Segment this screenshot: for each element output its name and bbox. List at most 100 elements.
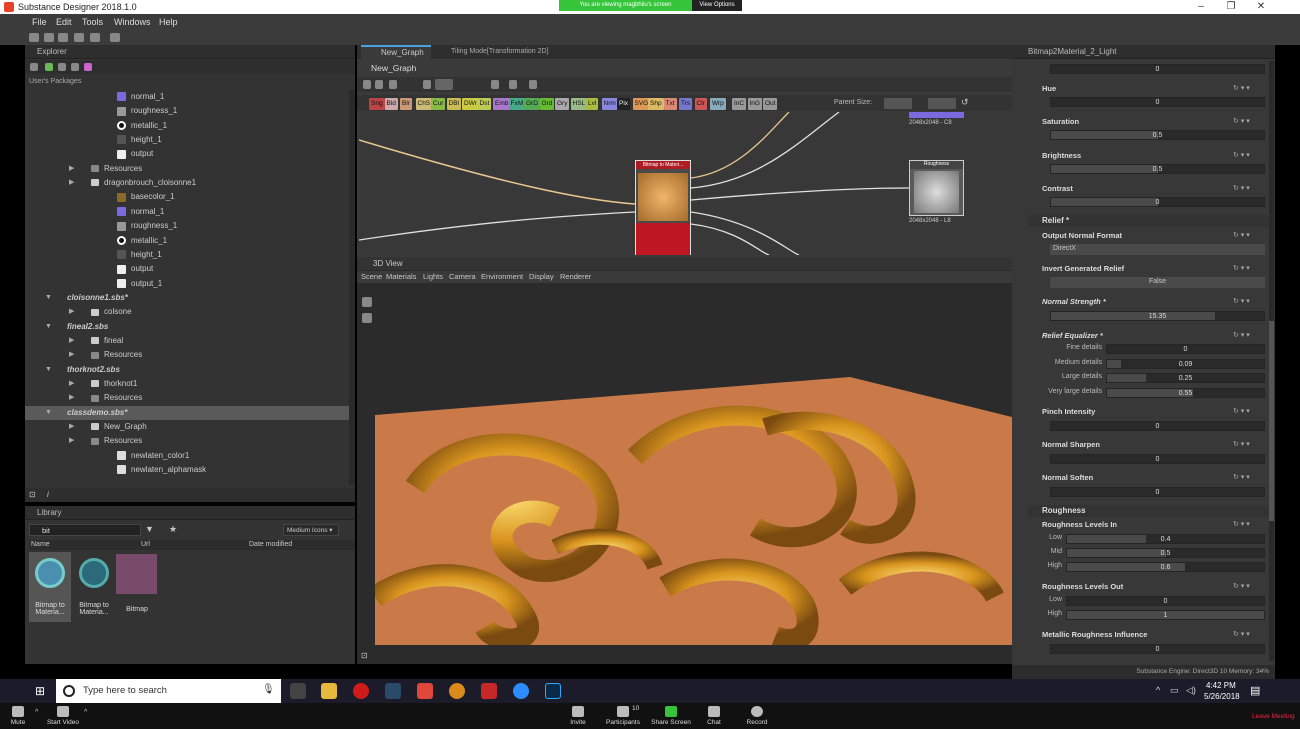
tree-item[interactable]: height_1: [25, 248, 349, 262]
pinch-intensity-slider[interactable]: 0: [1050, 421, 1265, 431]
search-icon[interactable]: [423, 80, 431, 89]
snapshot-icon[interactable]: [389, 80, 397, 89]
expand-arrow-icon[interactable]: ▶: [69, 176, 74, 190]
grid-icon[interactable]: [529, 80, 537, 89]
output-normal-format-select[interactable]: DirectX: [1050, 244, 1265, 255]
chat-button[interactable]: Chat: [703, 706, 725, 726]
graph-canvas[interactable]: 2048x2048 - C8 Bitmap to Materi... Rough…: [359, 112, 1011, 255]
invite-button[interactable]: Invite: [566, 706, 590, 726]
redo-icon[interactable]: [110, 33, 120, 42]
tree-item[interactable]: ▶ dragonbrouch_cloisonne1: [25, 176, 349, 190]
property-options-icon[interactable]: ↻ ▾ ▾: [1233, 331, 1250, 339]
info-icon[interactable]: i: [47, 490, 49, 499]
property-options-icon[interactable]: ↻ ▾ ▾: [1233, 117, 1250, 125]
mute-options-icon[interactable]: ^: [35, 709, 38, 716]
refresh-icon[interactable]: [58, 63, 66, 71]
paint-icon[interactable]: [84, 63, 92, 71]
property-options-icon[interactable]: ↻ ▾ ▾: [1233, 264, 1250, 272]
network-icon[interactable]: ▭: [1170, 685, 1179, 696]
notifications-icon[interactable]: ▤: [1250, 684, 1260, 697]
video-options-icon[interactable]: ^: [84, 709, 87, 716]
menu-renderer[interactable]: Renderer: [560, 272, 591, 281]
node-filter-chip[interactable]: Out: [763, 98, 778, 110]
property-options-icon[interactable]: ↻ ▾ ▾: [1233, 407, 1250, 415]
new-package-icon[interactable]: [29, 33, 39, 42]
tree-item[interactable]: ▶ Resources: [25, 162, 349, 176]
settings-icon[interactable]: [509, 80, 517, 89]
parent-size-field[interactable]: [884, 98, 912, 109]
node-filter-chip[interactable]: DWr: [462, 98, 479, 110]
node-filter-chip[interactable]: Wrp: [710, 98, 726, 110]
parent-size-field-2[interactable]: [928, 98, 956, 109]
tree-item[interactable]: output: [25, 262, 349, 276]
property-options-icon[interactable]: ↻ ▾ ▾: [1233, 184, 1250, 192]
record-button[interactable]: Record: [744, 706, 770, 726]
invert-relief-toggle[interactable]: False: [1050, 277, 1265, 288]
menu-edit[interactable]: Edit: [56, 17, 72, 27]
property-options-icon[interactable]: ↻ ▾ ▾: [1233, 297, 1250, 305]
3d-viewport[interactable]: [375, 287, 1012, 645]
mute-button[interactable]: Mute: [8, 706, 28, 726]
menu-environment[interactable]: Environment: [481, 272, 523, 281]
tree-item[interactable]: normal_1: [25, 205, 349, 219]
library-search[interactable]: bit: [29, 524, 141, 536]
share-screen-button[interactable]: Share Screen: [651, 706, 691, 726]
roughness-out-slider[interactable]: 1: [1066, 610, 1265, 620]
link-icon[interactable]: [71, 63, 79, 71]
column-name[interactable]: Name: [31, 541, 50, 548]
node-filter-chip[interactable]: Clr: [694, 98, 707, 110]
tree-item[interactable]: newlaten_color1: [25, 449, 349, 463]
roughness-section-header[interactable]: Roughness: [1028, 505, 1270, 517]
expand-arrow-icon[interactable]: ▶: [69, 305, 74, 319]
node-filter-chip[interactable]: Grd: [539, 98, 555, 110]
tree-item[interactable]: output_1: [25, 277, 349, 291]
relief-equalizer-slider[interactable]: 0.25: [1106, 373, 1265, 383]
node-filter-chip[interactable]: Bld: [384, 98, 398, 110]
library-item[interactable]: Bitmap: [116, 552, 158, 622]
tree-item[interactable]: ▶ thorknot1: [25, 377, 349, 391]
node-filter-chip[interactable]: Cur: [431, 98, 446, 110]
menu-camera[interactable]: Camera: [449, 272, 476, 281]
leave-meeting-button[interactable]: Leave Meeting: [1252, 713, 1295, 720]
taskbar-search[interactable]: Type here to search 🎙: [56, 679, 281, 703]
package-row[interactable]: ▼ fineal2.sbs: [25, 320, 349, 334]
volume-icon[interactable]: ◁): [1186, 685, 1196, 696]
node-filter-chip[interactable]: Txt: [663, 98, 677, 110]
menu-display[interactable]: Display: [529, 272, 554, 281]
task-view-icon[interactable]: [290, 683, 306, 699]
view-mode-select[interactable]: Medium Icons ▾: [283, 524, 339, 536]
tree-item[interactable]: roughness_1: [25, 104, 349, 118]
property-options-icon[interactable]: ↻ ▾ ▾: [1233, 520, 1250, 528]
collapse-arrow-icon[interactable]: ▼: [45, 363, 52, 377]
node-filter-chip[interactable]: Trs: [679, 98, 693, 110]
roughness-in-slider[interactable]: 0.4: [1066, 534, 1265, 544]
maximize-icon[interactable]: ❐: [1216, 0, 1246, 14]
zoom-1to1-icon[interactable]: [375, 80, 383, 89]
relief-equalizer-slider[interactable]: 0.09: [1106, 358, 1265, 369]
package-row[interactable]: ▼ cloisonne1.sbs*: [25, 291, 349, 305]
reset-icon[interactable]: ↺: [961, 97, 969, 108]
saturation-slider[interactable]: 0.5: [1050, 130, 1265, 141]
save-all-icon[interactable]: [74, 33, 84, 42]
paint-tool-icon[interactable]: [362, 313, 372, 323]
menu-scene[interactable]: Scene: [361, 272, 382, 281]
taskbar-search-input[interactable]: Type here to search: [83, 685, 167, 696]
node-filter-chip[interactable]: Dst: [477, 98, 492, 110]
expand-arrow-icon[interactable]: ▶: [69, 377, 74, 391]
node-filter-chip[interactable]: DBl: [446, 98, 461, 110]
scrollbar-thumb[interactable]: [1269, 321, 1274, 521]
package-row[interactable]: ▼ thorknot2.sbs: [25, 363, 349, 377]
relief-equalizer-slider[interactable]: 0: [1106, 344, 1265, 354]
node-filter-chip[interactable]: Emb: [493, 98, 511, 110]
filezilla-icon[interactable]: [481, 683, 497, 699]
minimize-icon[interactable]: –: [1186, 0, 1216, 14]
tree-item[interactable]: ▶ Resources: [25, 348, 349, 362]
menu-file[interactable]: File: [32, 17, 47, 27]
tree-item[interactable]: ▶ Resources: [25, 434, 349, 448]
steam-icon[interactable]: [385, 683, 401, 699]
tree-item[interactable]: basecolor_1: [25, 190, 349, 204]
fit-icon[interactable]: [363, 80, 371, 89]
roughness-out-slider[interactable]: 0: [1066, 596, 1265, 606]
menu-materials[interactable]: Materials: [386, 272, 416, 281]
property-options-icon[interactable]: ↻ ▾ ▾: [1233, 440, 1250, 448]
